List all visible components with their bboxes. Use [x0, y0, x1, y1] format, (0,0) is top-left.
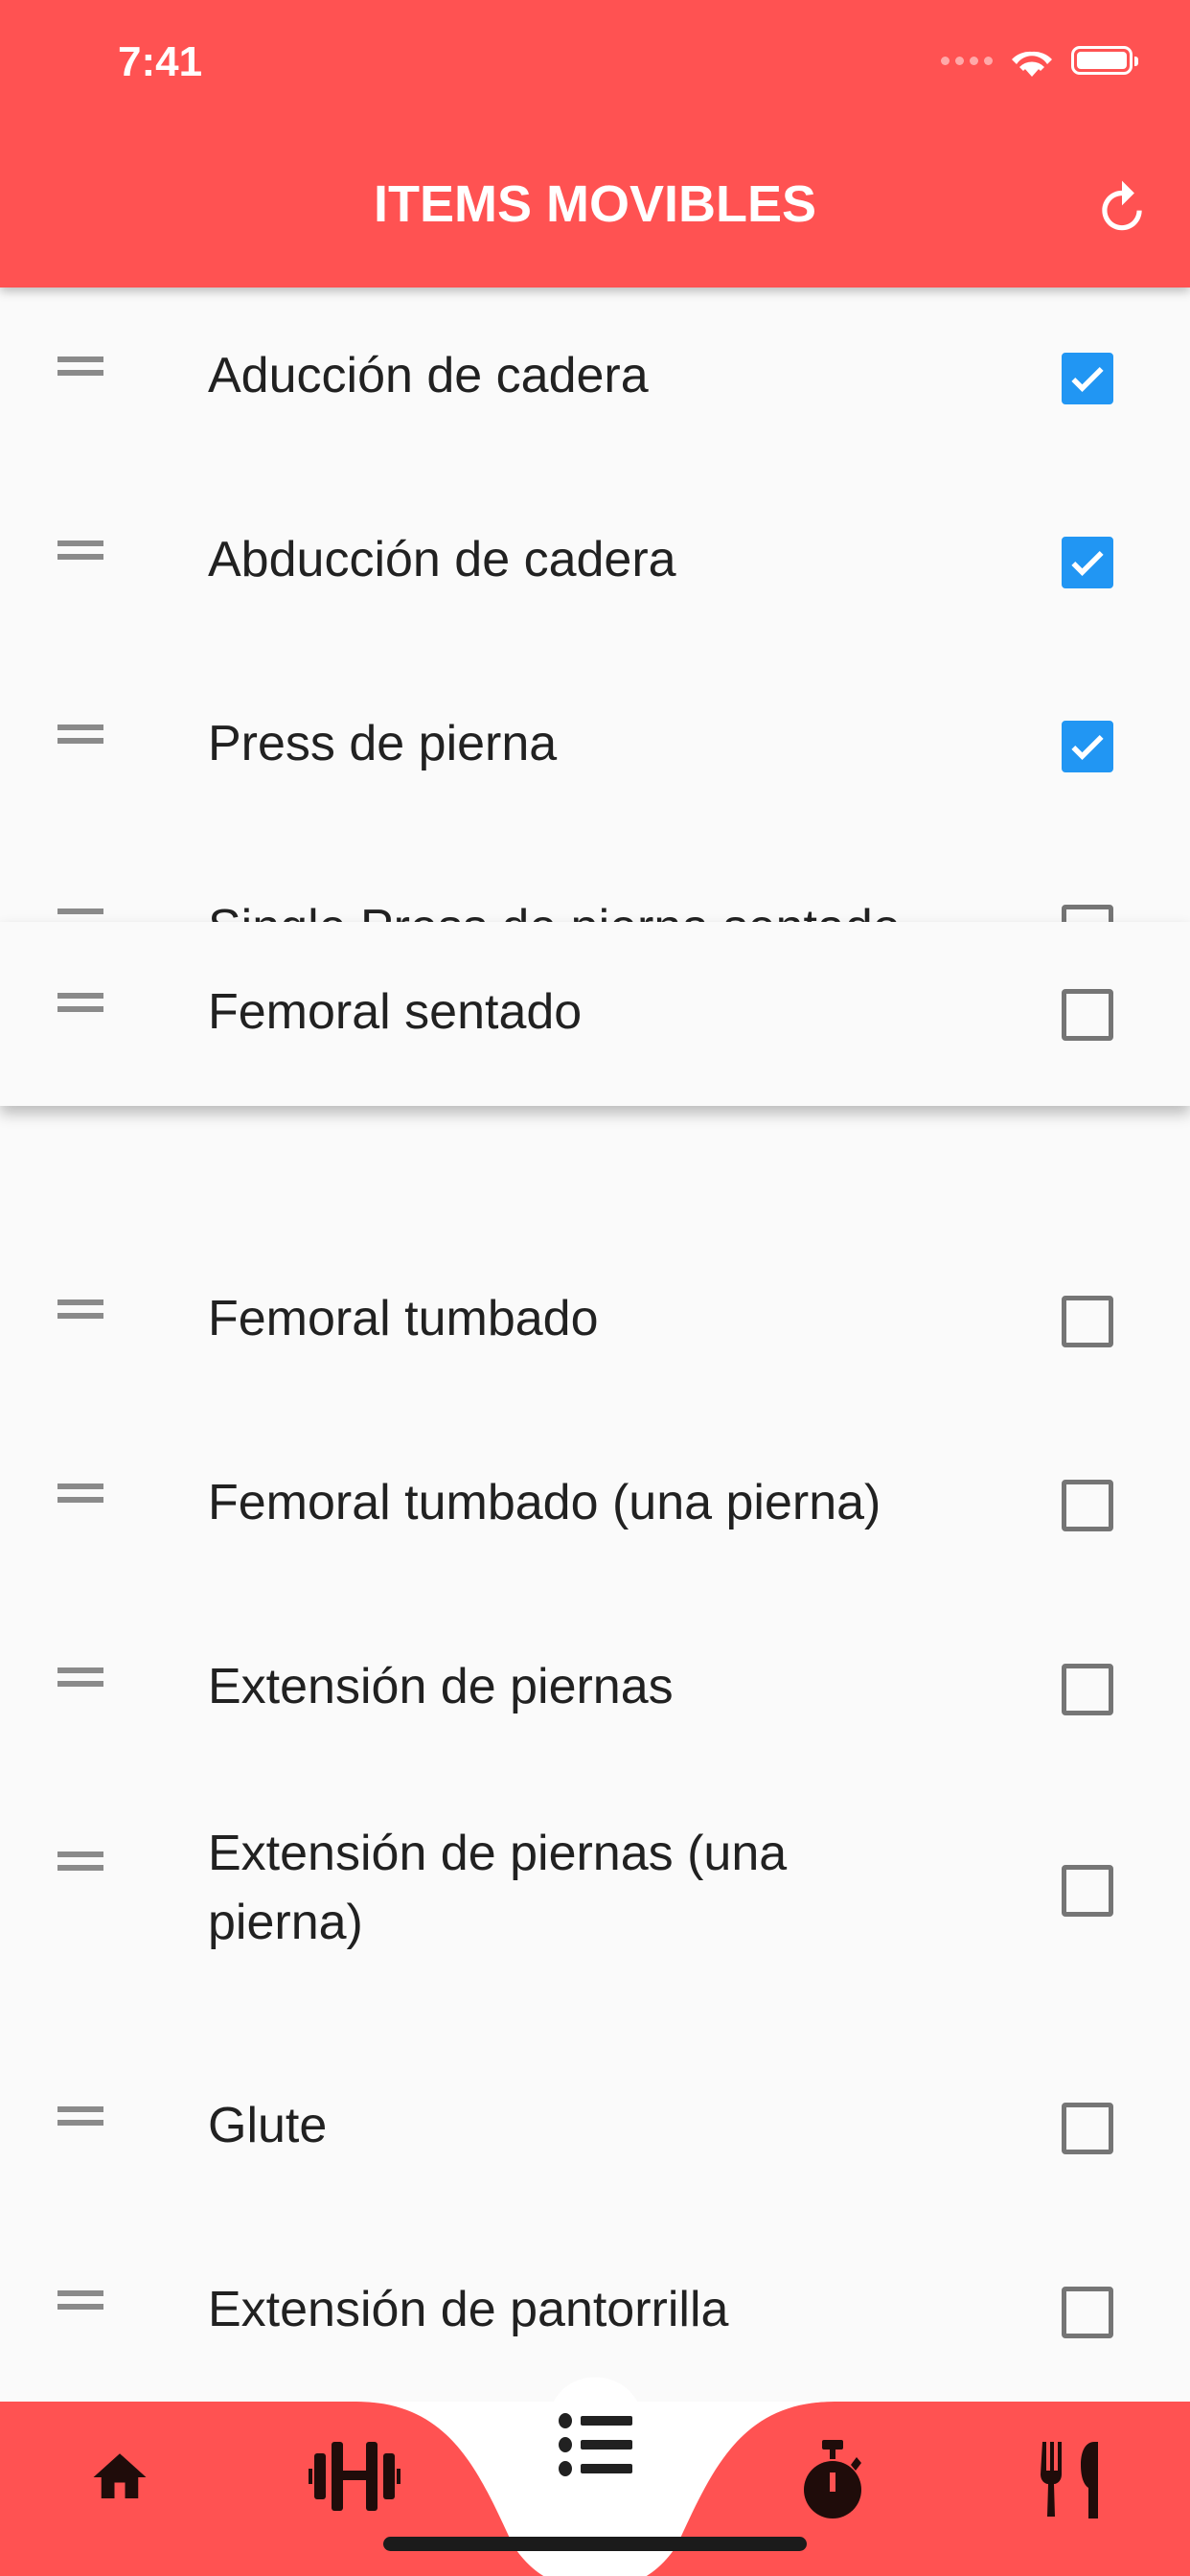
stopwatch-icon[interactable] — [803, 2440, 864, 2518]
list-item[interactable]: Single Press de pierna sentado — [0, 838, 1190, 922]
drag-handle-icon[interactable] — [57, 2106, 103, 2126]
home-icon[interactable] — [88, 2446, 151, 2509]
item-checkbox[interactable] — [1062, 905, 1113, 922]
drag-handle-icon[interactable] — [57, 1300, 103, 1319]
item-label: Femoral tumbado (una pierna) — [208, 1475, 881, 1530]
item-checkbox[interactable] — [1062, 1480, 1113, 1531]
drag-handle-icon[interactable] — [57, 993, 103, 1012]
page-title: ITEMS MOVIBLES — [373, 175, 817, 233]
list-item[interactable]: Femoral tumbado (una pierna) — [0, 1413, 1190, 1597]
item-checkbox[interactable] — [1062, 721, 1113, 772]
drag-handle-icon[interactable] — [57, 724, 103, 744]
list-item[interactable]: Extensión de piernas — [0, 1597, 1190, 1781]
item-label: Femoral sentado — [208, 984, 583, 1040]
item-label: Femoral tumbado — [208, 1291, 599, 1346]
drag-handle-icon[interactable] — [57, 540, 103, 560]
item-checkbox[interactable] — [1062, 1664, 1113, 1715]
item-label: Press de pierna — [208, 716, 558, 771]
list-item[interactable]: Extensión de piernas (una pierna) — [0, 1781, 1190, 1965]
home-indicator — [383, 2537, 807, 2551]
list-item[interactable]: Aducción de cadera — [0, 286, 1190, 470]
battery-icon — [1071, 46, 1138, 75]
status-time: 7:41 — [118, 38, 203, 85]
list-icon[interactable] — [558, 2413, 634, 2476]
drag-handle-icon[interactable] — [57, 908, 103, 922]
wifi-icon — [1012, 51, 1052, 77]
status-icons — [941, 44, 1138, 77]
signal-icon — [941, 56, 993, 65]
item-checkbox[interactable] — [1062, 1865, 1113, 1917]
dumbbell-icon[interactable] — [309, 2440, 400, 2513]
item-label: Extensión de pantorrilla — [208, 2282, 729, 2337]
item-label: Glute — [208, 2098, 328, 2153]
item-label: Extensión de piernas (una pierna) — [208, 1826, 788, 1950]
app-bar: 7:41 ITEMS MOVIBLES — [0, 0, 1190, 288]
list-item[interactable]: Abducción de cadera — [0, 470, 1190, 654]
drag-handle-icon[interactable] — [57, 356, 103, 376]
list-item[interactable]: Press de pierna — [0, 654, 1190, 838]
drag-handle-icon[interactable] — [57, 2290, 103, 2310]
item-checkbox[interactable] — [1062, 1296, 1113, 1347]
item-label: Single Press de pierna sentado — [208, 893, 1003, 922]
list-item[interactable]: Glute — [0, 2036, 1190, 2220]
drag-handle-icon[interactable] — [57, 1484, 103, 1503]
drag-handle-icon[interactable] — [57, 1668, 103, 1687]
item-checkbox[interactable] — [1062, 353, 1113, 404]
item-label: Abducción de cadera — [208, 532, 676, 587]
item-label: Aducción de cadera — [208, 348, 649, 403]
refresh-icon[interactable] — [1092, 178, 1152, 238]
item-checkbox[interactable] — [1062, 989, 1113, 1041]
item-checkbox[interactable] — [1062, 2103, 1113, 2154]
item-checkbox[interactable] — [1062, 537, 1113, 588]
item-label: Extensión de piernas — [208, 1659, 674, 1714]
dragged-list-item[interactable]: Femoral sentado — [0, 922, 1190, 1106]
list-item[interactable]: Femoral tumbado — [0, 1229, 1190, 1413]
drag-handle-icon[interactable] — [57, 1852, 103, 1871]
restaurant-icon[interactable] — [1041, 2440, 1104, 2518]
item-checkbox[interactable] — [1062, 2287, 1113, 2338]
